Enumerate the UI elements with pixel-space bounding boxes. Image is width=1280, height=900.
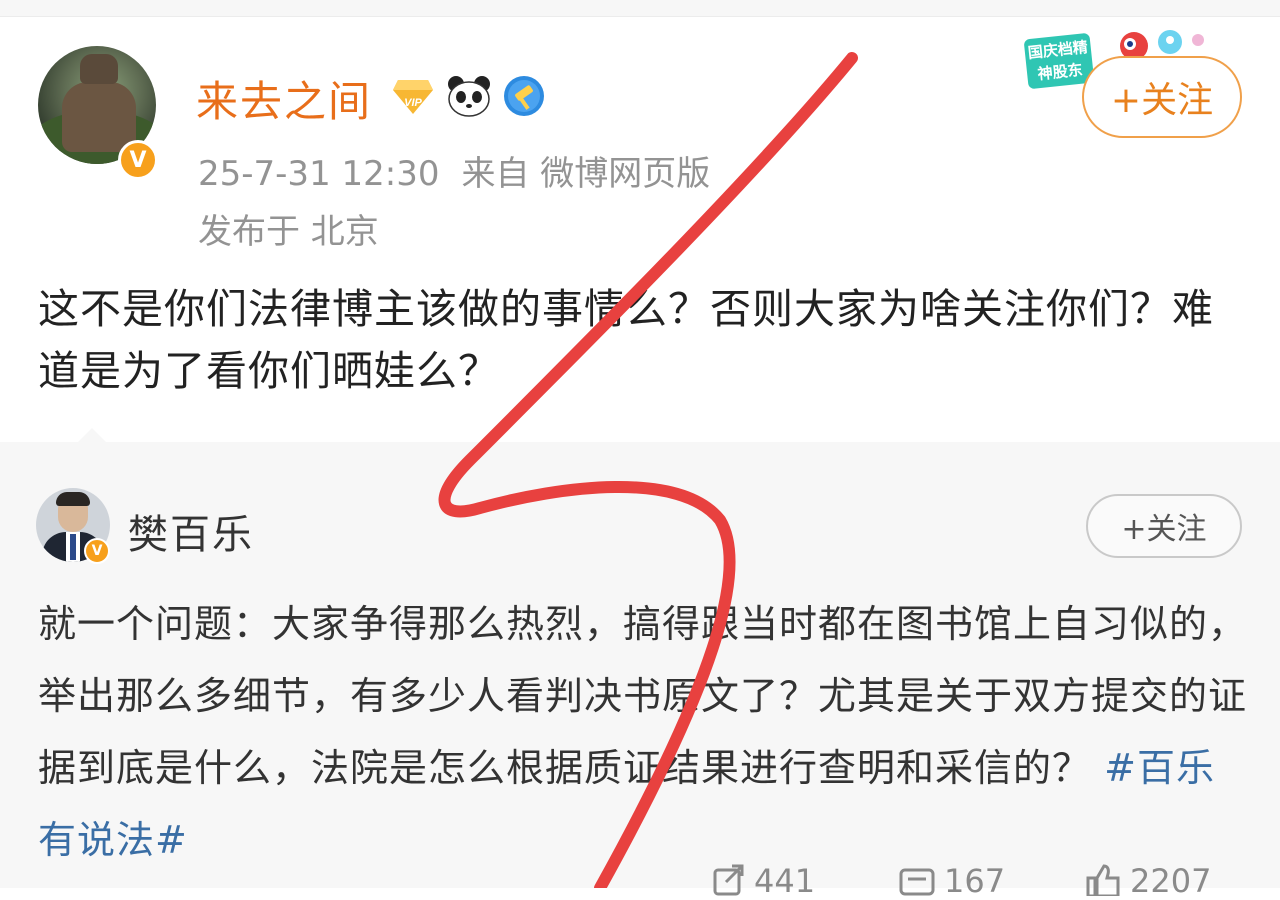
comment-icon xyxy=(899,868,935,896)
post-source: 来自 微博网页版 xyxy=(461,154,711,194)
like-action[interactable]: 2207 xyxy=(1084,862,1211,900)
follow-button[interactable]: +关注 xyxy=(1082,56,1242,138)
repost-count: 441 xyxy=(754,862,816,900)
post-meta: 25-7-31 12:30 来自 微博网页版 xyxy=(198,146,710,195)
like-icon xyxy=(1086,864,1120,896)
post-timestamp: 25-7-31 12:30 xyxy=(198,154,440,194)
repost-follow-button[interactable]: +关注 xyxy=(1086,494,1242,558)
repost-action[interactable]: 441 xyxy=(712,862,815,900)
repost-verified-badge-icon: V xyxy=(84,538,110,564)
post-content: 这不是你们法律博主该做的事情么？否则大家为啥关注你们？难道是为了看你们晒娃么？ xyxy=(38,285,1214,395)
panda-icon xyxy=(448,76,490,117)
comment-action[interactable]: 167 xyxy=(898,862,1005,900)
author-name[interactable]: 来去之间 xyxy=(196,68,372,129)
post-location: 发布于 北京 xyxy=(198,212,379,252)
repost-content-text: 就一个问题：大家争得那么热烈，搞得跟当时都在图书馆上自习似的，举出那么多细节，有… xyxy=(38,602,1248,790)
repost-author-name[interactable]: 樊百乐 xyxy=(128,502,254,560)
verified-badge-icon: V xyxy=(118,140,158,180)
like-count: 2207 xyxy=(1130,862,1212,900)
repost-pointer xyxy=(76,428,108,444)
comment-count: 167 xyxy=(944,862,1006,900)
top-separator xyxy=(0,0,1280,17)
svg-text:VIP: VIP xyxy=(404,97,422,109)
promo-badge-text: 国庆档精神股东 xyxy=(1023,32,1095,90)
repost-icon xyxy=(713,864,744,896)
repost-content: 就一个问题：大家争得那么热烈，搞得跟当时都在图书馆上自习似的，举出那么多细节，有… xyxy=(38,588,1248,876)
vip-icon: VIP xyxy=(393,80,433,114)
shield-icon xyxy=(504,76,544,116)
